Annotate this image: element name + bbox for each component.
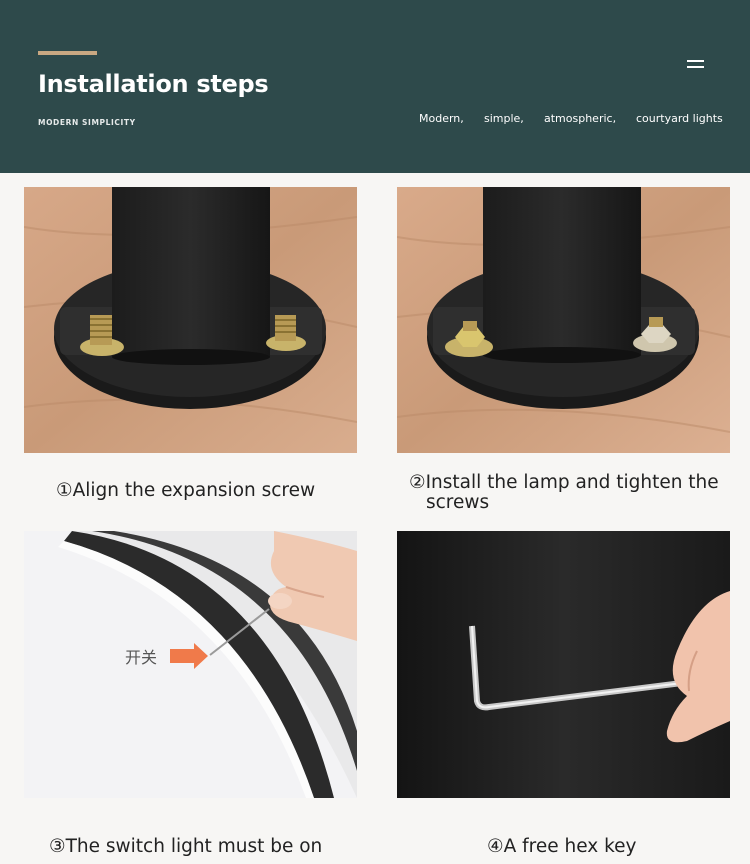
- step-3-photo: 开关: [24, 531, 357, 798]
- step-1-caption: ①Align the expansion screw: [56, 480, 316, 501]
- step-3-caption: ③The switch light must be on: [49, 836, 323, 857]
- step-2-caption-continued: screws: [426, 492, 490, 513]
- accent-bar: [38, 51, 97, 55]
- tagline-modern: Modern,: [419, 112, 464, 125]
- step-1-photo: [24, 187, 357, 453]
- step-2-photo: [397, 187, 730, 453]
- tagline-atmospheric: atmospheric,: [544, 112, 617, 125]
- step-2-caption: ②Install the lamp and tighten the: [409, 472, 719, 493]
- step-4-photo: [397, 531, 730, 798]
- switch-label: 开关: [125, 648, 158, 667]
- page-subtitle: MODERN SIMPLICITY: [38, 118, 136, 127]
- menu-icon[interactable]: [687, 58, 705, 70]
- page-title: Installation steps: [38, 70, 269, 98]
- tagline-courtyard-lights: courtyard lights: [636, 112, 723, 125]
- step-4-caption: ④A free hex key: [487, 836, 637, 857]
- tagline-simple: simple,: [484, 112, 524, 125]
- header-banner: Installation steps MODERN SIMPLICITY Mod…: [0, 0, 750, 173]
